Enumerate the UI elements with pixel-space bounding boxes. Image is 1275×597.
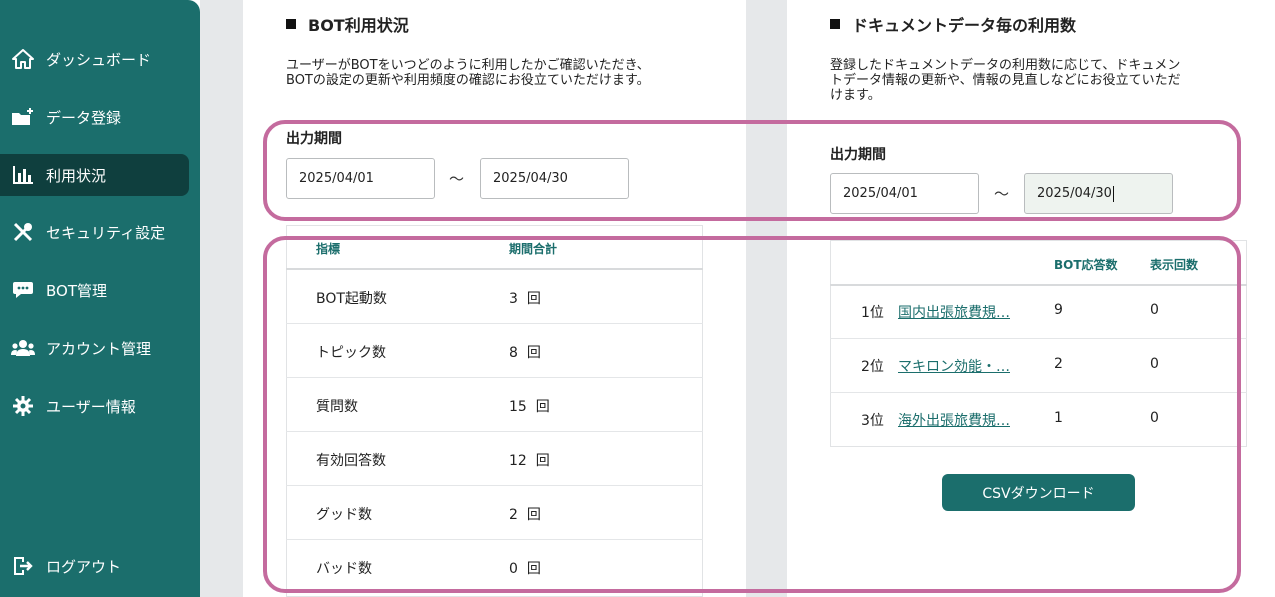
gear-icon (0, 395, 46, 417)
sidebar: ダッシュボード データ登録 利用状況 セキュリティ設定 BOT管理 アカウント管… (0, 0, 200, 597)
rank-label: 3位 (861, 413, 884, 429)
sidebar-item-label: BOT管理 (46, 281, 107, 300)
app-root: ダッシュボード データ登録 利用状況 セキュリティ設定 BOT管理 アカウント管… (0, 0, 1275, 597)
sidebar-item-dashboard[interactable]: ダッシュボード (0, 38, 189, 80)
metric-name: グッド数 (316, 507, 372, 523)
metric-name: バッド数 (316, 561, 372, 577)
rank-label: 2位 (861, 359, 884, 375)
doc-date-from-input[interactable]: 2025/04/01 (830, 173, 979, 214)
logout-button[interactable]: ログアウト (0, 545, 189, 587)
row-divider (286, 431, 703, 432)
logout-label: ログアウト (46, 557, 122, 576)
home-icon (0, 49, 46, 69)
doc-date-separator: ～ (994, 185, 1010, 203)
col-header-views: 表示回数 (1150, 258, 1199, 272)
users-icon (0, 338, 46, 358)
metric-value: 3 回 (509, 291, 541, 307)
doc-usage-description: 登録したドキュメントデータの利用数に応じて、ドキュメン トデータ情報の更新や、情… (830, 58, 1181, 103)
row-divider (830, 392, 1247, 393)
sidebar-item-label: アカウント管理 (46, 339, 152, 358)
metric-name: BOT起動数 (316, 291, 387, 307)
bot-usage-description: ユーザーがBOTをいつどのように利用したかご確認いただき、 BOTの設定の更新や… (286, 58, 650, 88)
col-header-metric: 指標 (316, 242, 341, 256)
sidebar-item-security[interactable]: セキュリティ設定 (0, 211, 189, 253)
row-divider (286, 539, 703, 540)
logout-icon (0, 556, 46, 576)
sidebar-item-account[interactable]: アカウント管理 (0, 327, 189, 369)
metric-name: 有効回答数 (316, 453, 386, 469)
text-cursor (1112, 185, 1114, 202)
metric-value: 0 回 (509, 561, 541, 577)
bot-answers-value: 2 (1054, 356, 1063, 372)
square-bullet-icon (830, 19, 840, 29)
sidebar-item-usage[interactable]: 利用状況 (0, 154, 189, 196)
metric-value: 15 回 (509, 399, 550, 415)
col-header-total: 期間合計 (509, 242, 558, 256)
sidebar-item-label: 利用状況 (46, 166, 107, 185)
gutter-middle (746, 0, 787, 597)
bot-answers-value: 9 (1054, 302, 1063, 318)
chat-bubble-icon (0, 280, 46, 300)
square-bullet-icon (286, 19, 296, 29)
sidebar-item-label: セキュリティ設定 (46, 223, 166, 242)
doc-period-label: 出力期間 (830, 147, 886, 163)
bot-usage-title: BOT利用状況 (286, 12, 409, 36)
sidebar-item-data-registration[interactable]: データ登録 (0, 96, 189, 138)
tools-icon (0, 221, 46, 243)
document-link[interactable]: 国内出張旅費規… (898, 302, 1010, 322)
bot-date-from-input[interactable]: 2025/04/01 (286, 158, 435, 199)
row-divider (286, 377, 703, 378)
row-divider (286, 485, 703, 486)
bot-date-to-input[interactable]: 2025/04/30 (480, 158, 629, 199)
sidebar-item-label: ダッシュボード (46, 50, 152, 69)
doc-usage-title: ドキュメントデータ毎の利用数 (830, 12, 1076, 36)
row-divider (286, 323, 703, 324)
metric-name: トピック数 (316, 345, 386, 361)
sidebar-item-label: データ登録 (46, 108, 122, 127)
csv-download-button[interactable]: CSVダウンロード (942, 474, 1135, 511)
sidebar-item-user-info[interactable]: ユーザー情報 (0, 385, 189, 427)
views-value: 0 (1150, 302, 1159, 318)
metric-value: 8 回 (509, 345, 541, 361)
document-link[interactable]: 海外出張旅費規… (898, 410, 1010, 430)
col-header-bot-answers: BOT応答数 (1054, 258, 1118, 272)
metric-value: 12 回 (509, 453, 550, 469)
bot-period-label: 出力期間 (286, 131, 342, 147)
table-header-divider (830, 284, 1247, 286)
metric-name: 質問数 (316, 399, 358, 415)
table-header-divider (286, 268, 703, 270)
sidebar-item-label: ユーザー情報 (46, 397, 136, 416)
bot-date-separator: ～ (449, 170, 465, 188)
views-value: 0 (1150, 410, 1159, 426)
gutter-left (200, 0, 243, 597)
metric-value: 2 回 (509, 507, 541, 523)
row-divider (830, 338, 1247, 339)
document-link[interactable]: マキロン効能・… (898, 356, 1010, 376)
bar-chart-icon (0, 165, 46, 185)
bot-answers-value: 1 (1054, 410, 1063, 426)
sidebar-item-bot-management[interactable]: BOT管理 (0, 269, 189, 311)
views-value: 0 (1150, 356, 1159, 372)
doc-date-to-input[interactable]: 2025/04/30 (1024, 173, 1173, 214)
folder-plus-icon (0, 107, 46, 127)
rank-label: 1位 (861, 305, 884, 321)
